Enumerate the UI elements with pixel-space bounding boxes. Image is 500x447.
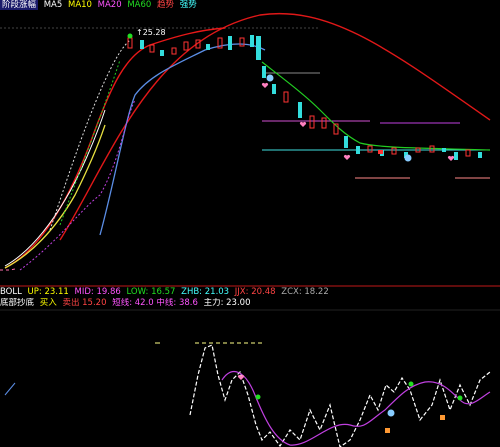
- buy-signal-icon: [127, 33, 133, 39]
- boll-zcx: ZCX: 18.22: [281, 287, 329, 297]
- sub-sell-label: 卖出 15.20: [62, 298, 107, 308]
- ma-red-curve: [4, 27, 226, 269]
- heart-icon: [343, 154, 351, 160]
- red-marker-icon: [378, 150, 383, 154]
- candle: [250, 35, 254, 47]
- heart-icon: [299, 121, 307, 127]
- heart-icon: [261, 82, 269, 88]
- boll-jjx: JJX: 20.48: [234, 287, 276, 297]
- candle: [344, 136, 348, 148]
- candle: [228, 36, 232, 50]
- boll-zhb: ZHB: 21.03: [181, 287, 230, 297]
- cyan-dot-icon: [387, 409, 395, 417]
- candle: [367, 145, 373, 153]
- ma-long-red-curve: [59, 13, 491, 241]
- candle: [478, 152, 482, 158]
- ma-blue-curve: [99, 43, 266, 236]
- heart-icon: [237, 374, 245, 380]
- buy-signal-icon: [408, 381, 414, 387]
- candle: [171, 47, 177, 55]
- boll-up: UP: 23.11: [27, 287, 69, 297]
- boll-indicator-bar: BOLL UP: 23.11 MID: 19.86 LOW: 16.57 ZHB…: [0, 287, 500, 298]
- candle: [160, 50, 164, 56]
- candle: [256, 36, 261, 60]
- candle: [309, 115, 315, 129]
- sub-buy-label: 买入: [39, 298, 57, 308]
- ma-white-dotted-curve: [49, 39, 131, 231]
- orange-marker-icon: [440, 415, 445, 420]
- heart-icon: [447, 155, 455, 161]
- candle: [262, 66, 266, 78]
- sub-main-value: 主力: 23.00: [203, 298, 251, 308]
- white-dashed-oscillator: [189, 344, 491, 447]
- boll-mid: MID: 19.86: [74, 287, 121, 297]
- candle: [272, 84, 276, 94]
- price-chart[interactable]: [0, 0, 500, 287]
- high-price-label: ↑25.28: [136, 28, 166, 37]
- candles: [127, 35, 482, 160]
- boll-low: LOW: 16.57: [126, 287, 176, 297]
- cyan-dot-icon: [266, 74, 274, 82]
- grid-lines: [0, 27, 490, 179]
- candle: [140, 40, 144, 49]
- candle: [206, 44, 210, 50]
- candle: [356, 146, 360, 154]
- buy-signal-icon: [457, 395, 463, 401]
- sub-indicator-title[interactable]: 底部抄底: [0, 298, 34, 308]
- candle: [183, 41, 189, 51]
- magenta-oscillator: [221, 370, 491, 446]
- candle: [442, 148, 446, 152]
- candle: [298, 102, 302, 118]
- ma-pink-dashed-curve: [0, 268, 16, 271]
- candle: [465, 149, 471, 157]
- candle: [454, 152, 458, 160]
- blue-start-line: [4, 382, 16, 396]
- candle: [391, 147, 397, 155]
- cyan-dot-icon: [404, 154, 412, 162]
- orange-marker-icon: [385, 428, 390, 433]
- boll-label[interactable]: BOLL: [0, 287, 22, 297]
- ma-green-curve: [261, 61, 491, 151]
- buy-signal-icon: [255, 394, 261, 400]
- candle: [283, 91, 289, 103]
- candle: [149, 44, 155, 53]
- candle: [321, 117, 327, 129]
- ma-yellow-curve: [4, 124, 106, 269]
- sub-line-values: 短线: 42.0 中线: 38.6: [112, 298, 198, 308]
- candle: [127, 37, 133, 49]
- sub-indicator-bar: 底部抄底 买入 卖出 15.20 短线: 42.0 中线: 38.6 主力: 2…: [0, 298, 500, 309]
